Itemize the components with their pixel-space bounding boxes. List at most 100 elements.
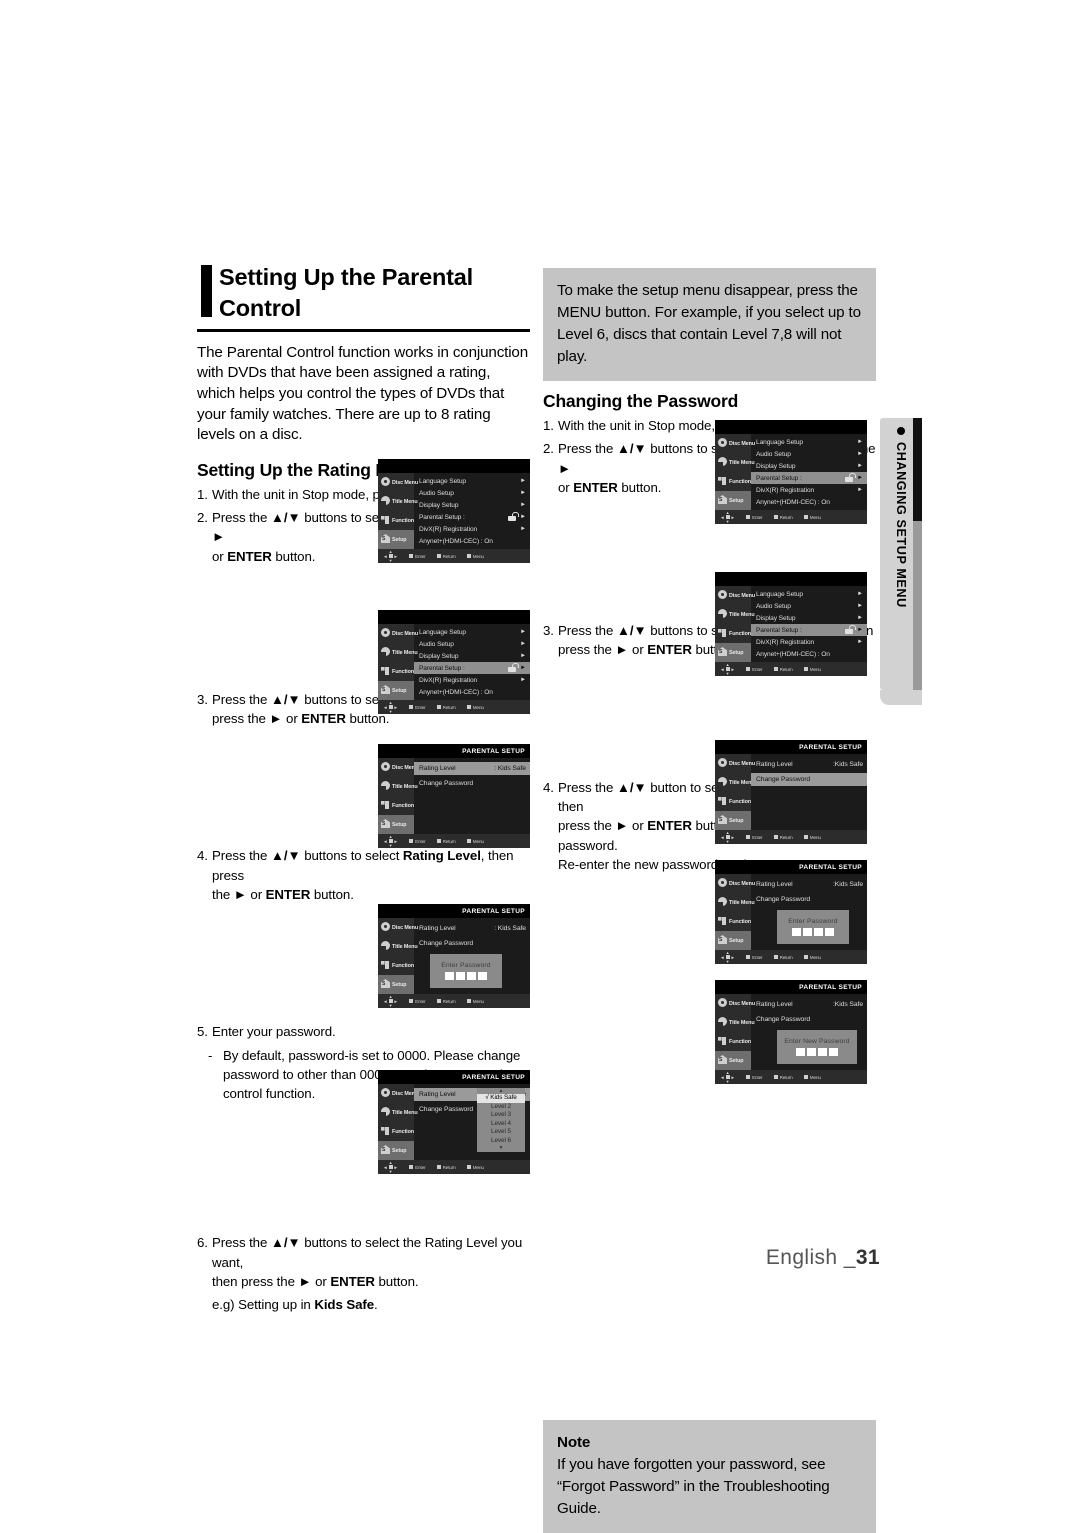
- osd-sidebar-item-setup[interactable]: Setup: [715, 811, 751, 830]
- chevron-down-icon[interactable]: ▼: [477, 1145, 525, 1151]
- osd-menu-row[interactable]: Anynet+(HDMI-CEC) : On: [414, 686, 530, 698]
- osd-password-digit[interactable]: [803, 928, 812, 936]
- osd-change-password-row[interactable]: Change Password: [751, 893, 867, 906]
- osd-bottom-return[interactable]: Return: [436, 999, 456, 1004]
- osd-change-password-row[interactable]: Change Password: [751, 773, 867, 786]
- osd-sidebar-item-setup[interactable]: Setup: [715, 491, 751, 510]
- osd-rating-level-row[interactable]: Rating Level:Kids Safe: [751, 878, 867, 891]
- osd-bottom-return[interactable]: Return: [436, 705, 456, 710]
- osd-menu-row[interactable]: Display Setup ►: [414, 499, 530, 511]
- osd-bottom-enter[interactable]: Enter: [409, 554, 426, 559]
- osd-menu-row[interactable]: DivX(R) Registration ►: [414, 523, 530, 535]
- osd-bottom-return[interactable]: Return: [436, 1165, 456, 1170]
- osd-menu-row[interactable]: Parental Setup : ►: [751, 624, 867, 636]
- osd-sidebar-item-disc-menu[interactable]: Disc Menu: [378, 758, 418, 777]
- osd-password-digit[interactable]: [829, 1048, 838, 1056]
- osd-rating-option[interactable]: Level 4: [477, 1120, 525, 1129]
- osd-password-digit[interactable]: [456, 972, 465, 980]
- osd-menu-row[interactable]: Display Setup ►: [751, 460, 867, 472]
- osd-rating-level-row[interactable]: Rating Level: Kids Safe: [414, 922, 530, 935]
- osd-bottom-enter[interactable]: Enter: [409, 999, 426, 1004]
- osd-sidebar-item-setup[interactable]: Setup: [378, 1141, 414, 1160]
- osd-sidebar-item-function[interactable]: Function: [715, 1032, 751, 1051]
- osd-bottom-menu[interactable]: Menu: [466, 1165, 484, 1170]
- osd-bottom-enter[interactable]: Enter: [746, 835, 763, 840]
- osd-bottom-menu[interactable]: Menu: [803, 835, 821, 840]
- osd-password-digit[interactable]: [445, 972, 454, 980]
- osd-sidebar-item-function[interactable]: Function: [715, 624, 751, 643]
- osd-sidebar-item-function[interactable]: Function: [378, 662, 414, 681]
- osd-password-input[interactable]: [796, 1048, 838, 1056]
- osd-menu-row[interactable]: Anynet+(HDMI-CEC) : On: [414, 535, 530, 547]
- osd-menu-row[interactable]: Audio Setup ►: [414, 487, 530, 499]
- osd-sidebar-item-disc-menu[interactable]: Disc Menu: [378, 473, 418, 492]
- osd-sidebar-item-function[interactable]: Function: [378, 956, 414, 975]
- osd-sidebar-item-title-menu[interactable]: Title Menu: [715, 893, 755, 912]
- osd-bottom-menu[interactable]: Menu: [803, 955, 821, 960]
- osd-rating-level-row[interactable]: Rating Level: Kids Safe: [414, 762, 530, 775]
- osd-password-digit[interactable]: [796, 1048, 805, 1056]
- osd-sidebar-item-setup[interactable]: Setup: [715, 931, 751, 950]
- osd-menu-row[interactable]: DivX(R) Registration ►: [414, 674, 530, 686]
- osd-menu-row[interactable]: Parental Setup : ►: [414, 511, 530, 523]
- osd-sidebar-item-setup[interactable]: Setup: [378, 975, 414, 994]
- osd-rating-option[interactable]: Level 2: [477, 1103, 525, 1112]
- osd-bottom-return[interactable]: Return: [773, 667, 793, 672]
- osd-password-input[interactable]: [445, 972, 487, 980]
- osd-menu-row[interactable]: Language Setup ►: [751, 588, 867, 600]
- osd-password-digit[interactable]: [807, 1048, 816, 1056]
- osd-sidebar-item-title-menu[interactable]: Title Menu: [378, 777, 418, 796]
- osd-rating-level-dropdown[interactable]: ▲ √ Kids Safe Level 2 Level 3 Level 4 Level 5…: [477, 1088, 525, 1152]
- osd-bottom-enter[interactable]: Enter: [409, 705, 426, 710]
- osd-sidebar-item-title-menu[interactable]: Title Menu: [378, 937, 418, 956]
- osd-change-password-row[interactable]: Change Password: [751, 1013, 867, 1026]
- osd-change-password-row[interactable]: Change Password: [414, 777, 530, 790]
- osd-password-digit[interactable]: [818, 1048, 827, 1056]
- osd-sidebar-item-function[interactable]: Function: [715, 472, 751, 491]
- osd-sidebar-item-title-menu[interactable]: Title Menu: [715, 1013, 755, 1032]
- osd-menu-row[interactable]: Language Setup ►: [751, 436, 867, 448]
- osd-sidebar-item-function[interactable]: Function: [715, 912, 751, 931]
- osd-password-digit[interactable]: [467, 972, 476, 980]
- osd-bottom-return[interactable]: Return: [773, 515, 793, 520]
- osd-sidebar-item-disc-menu[interactable]: Disc Menu: [378, 624, 418, 643]
- osd-menu-row[interactable]: DivX(R) Registration ►: [751, 636, 867, 648]
- osd-password-digit[interactable]: [814, 928, 823, 936]
- osd-sidebar-item-setup[interactable]: Setup: [378, 681, 414, 700]
- osd-menu-row[interactable]: Language Setup ►: [414, 475, 530, 487]
- osd-bottom-enter[interactable]: Enter: [409, 839, 426, 844]
- osd-sidebar-item-disc-menu[interactable]: Disc Menu: [715, 994, 755, 1013]
- osd-sidebar-item-title-menu[interactable]: Title Menu: [715, 773, 755, 792]
- osd-bottom-menu[interactable]: Menu: [803, 667, 821, 672]
- osd-sidebar-item-setup[interactable]: Setup: [715, 643, 751, 662]
- osd-sidebar-item-disc-menu[interactable]: Disc Menu: [715, 754, 755, 773]
- osd-sidebar-item-setup[interactable]: Setup: [378, 530, 414, 549]
- osd-sidebar-item-disc-menu[interactable]: Disc Menu: [715, 434, 755, 453]
- osd-bottom-enter[interactable]: Enter: [746, 1075, 763, 1080]
- osd-menu-row[interactable]: Audio Setup ►: [751, 600, 867, 612]
- osd-sidebar-item-function[interactable]: Function: [378, 1122, 414, 1141]
- osd-sidebar-item-setup[interactable]: Setup: [715, 1051, 751, 1070]
- osd-menu-row[interactable]: Language Setup ►: [414, 626, 530, 638]
- osd-bottom-return[interactable]: Return: [436, 839, 456, 844]
- osd-sidebar-item-title-menu[interactable]: Title Menu: [715, 453, 755, 472]
- osd-menu-row[interactable]: Parental Setup : ►: [414, 662, 530, 674]
- osd-change-password-row[interactable]: Change Password: [414, 937, 530, 950]
- osd-menu-row[interactable]: Audio Setup ►: [414, 638, 530, 650]
- osd-sidebar-item-title-menu[interactable]: Title Menu: [378, 643, 418, 662]
- osd-bottom-return[interactable]: Return: [773, 1075, 793, 1080]
- osd-password-digit[interactable]: [478, 972, 487, 980]
- osd-bottom-enter[interactable]: Enter: [746, 515, 763, 520]
- osd-sidebar-item-function[interactable]: Function: [715, 792, 751, 811]
- osd-bottom-menu[interactable]: Menu: [803, 1075, 821, 1080]
- osd-sidebar-item-disc-menu[interactable]: Disc Menu: [378, 918, 418, 937]
- osd-bottom-menu[interactable]: Menu: [466, 554, 484, 559]
- osd-sidebar-item-function[interactable]: Function: [378, 796, 414, 815]
- osd-menu-row[interactable]: Display Setup ►: [751, 612, 867, 624]
- osd-menu-row[interactable]: Anynet+(HDMI-CEC) : On: [751, 496, 867, 508]
- osd-bottom-return[interactable]: Return: [773, 835, 793, 840]
- osd-bottom-menu[interactable]: Menu: [466, 999, 484, 1004]
- osd-bottom-enter[interactable]: Enter: [746, 667, 763, 672]
- osd-bottom-menu[interactable]: Menu: [466, 705, 484, 710]
- osd-sidebar-item-title-menu[interactable]: Title Menu: [378, 1103, 418, 1122]
